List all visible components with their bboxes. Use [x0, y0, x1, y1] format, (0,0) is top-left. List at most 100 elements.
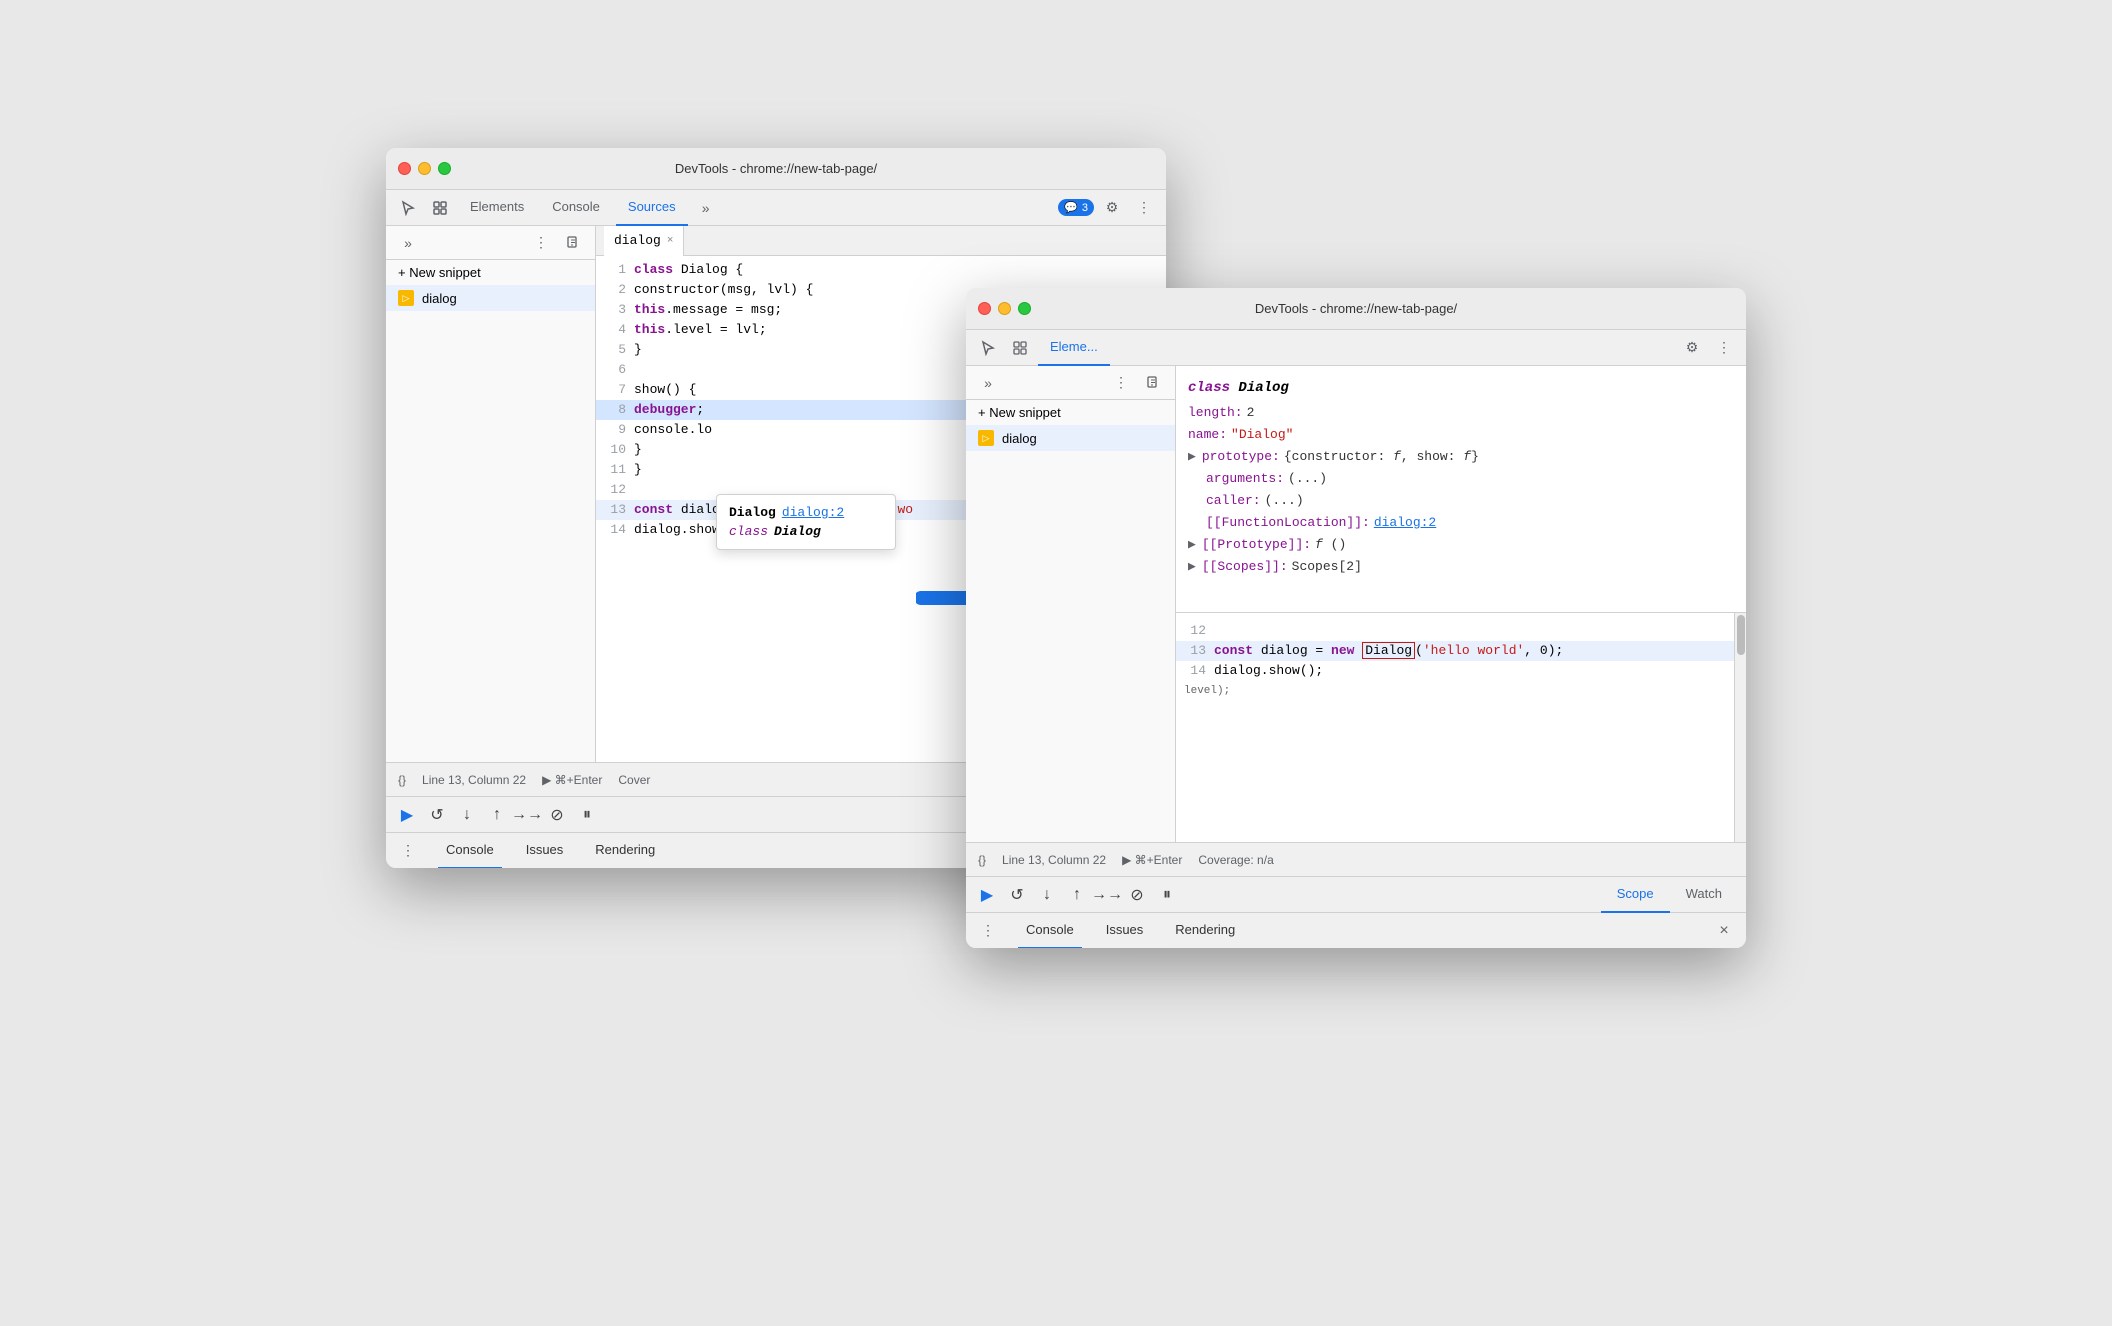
more-options-icon-back[interactable]: ⋮ — [1130, 194, 1158, 222]
inspect-icon-front[interactable] — [1006, 334, 1034, 362]
statusbar-front: {} Line 13, Column 22 ▶ ⌘+Enter Coverage… — [966, 842, 1746, 876]
more-tabs-icon-back[interactable]: » — [692, 194, 720, 222]
cursor-icon-front[interactable] — [974, 334, 1002, 362]
rendering-tab-front[interactable]: Rendering — [1167, 913, 1243, 949]
hover-card-back: Dialog dialog:2 class Dialog — [716, 494, 896, 550]
collapse-icon-back[interactable]: » — [394, 229, 422, 257]
deactivate-btn-back[interactable]: ⊘ — [544, 802, 570, 828]
front-line-14: 14dialog.show(); — [1176, 661, 1734, 681]
format-icon-back[interactable]: {} — [398, 773, 406, 787]
front-code-area: 12 13const dialog = new Dialog('hello wo… — [1176, 613, 1746, 843]
bottombar-front: ⋮ Console Issues Rendering × — [966, 912, 1746, 948]
cursor-icon[interactable] — [394, 194, 422, 222]
deactivate-btn-front[interactable]: ⊘ — [1124, 882, 1150, 908]
titlebar-title-back: DevTools - chrome://new-tab-page/ — [675, 161, 877, 176]
position-front: Line 13, Column 22 — [1002, 853, 1106, 867]
play-btn-back[interactable]: ▶ — [394, 802, 420, 828]
coverage-front: Coverage: n/a — [1198, 853, 1273, 867]
object-panel-front: class Dialog length: 2 name: "Dialog" ▶ … — [1176, 366, 1746, 612]
sidebar-more-back[interactable]: ⋮ — [527, 229, 555, 257]
new-snippet-front[interactable]: + New snippet — [966, 400, 1175, 425]
console-tab-back[interactable]: Console — [438, 833, 502, 869]
scrollbar-thumb-front[interactable] — [1737, 615, 1745, 655]
settings-icon-back[interactable]: ⚙ — [1098, 194, 1126, 222]
snippet-icon-front: ▷ — [978, 430, 994, 446]
close-tab-back[interactable]: × — [667, 235, 674, 247]
toolbar-front: Eleme... ⚙ ⋮ — [966, 330, 1746, 366]
debug-toolbar-front: ▶ ↺ ↓ ↑ →→ ⊘ ⏸ Scope Watch — [966, 876, 1746, 912]
collapse-icon-front[interactable]: » — [974, 369, 1002, 397]
obj-row-scopes: ▶ [[Scopes]]: Scopes[2] — [1176, 556, 1746, 578]
dialog-file-back[interactable]: ▷ dialog — [386, 285, 595, 311]
rendering-tab-back[interactable]: Rendering — [587, 833, 663, 869]
step-out-btn-back[interactable]: ↑ — [484, 802, 510, 828]
more-options-icon-front[interactable]: ⋮ — [1710, 334, 1738, 362]
run-label-front[interactable]: ▶ ⌘+Enter — [1122, 853, 1182, 867]
sidebar-pages-front[interactable] — [1139, 369, 1167, 397]
debug-tabs-front: Scope Watch — [1601, 877, 1738, 913]
issues-tab-back[interactable]: Issues — [518, 833, 572, 869]
editor-tabs-back: dialog × — [596, 226, 1166, 256]
inspect-icon[interactable] — [426, 194, 454, 222]
maximize-button-back[interactable] — [438, 162, 451, 175]
front-line-12: 12 — [1176, 621, 1734, 641]
traffic-lights-back — [398, 162, 451, 175]
devtools-window-front: DevTools - chrome://new-tab-page/ Eleme.… — [966, 288, 1746, 948]
hover-class-kw: class — [729, 524, 768, 539]
settings-icon-front[interactable]: ⚙ — [1678, 334, 1706, 362]
step-btn-front[interactable]: →→ — [1094, 882, 1120, 908]
chat-badge-back[interactable]: 💬 3 — [1058, 199, 1094, 216]
tab-elements-back[interactable]: Elements — [458, 190, 536, 226]
minimize-button-front[interactable] — [998, 302, 1011, 315]
continued-text: level); — [1176, 681, 1734, 697]
step-out-btn-front[interactable]: ↑ — [1064, 882, 1090, 908]
step-btn-back[interactable]: →→ — [514, 802, 540, 828]
scope-tab-front[interactable]: Scope — [1601, 877, 1670, 913]
front-layout: » ⋮ + New snippet ▷ dialog — [966, 366, 1746, 842]
pause-btn-front[interactable]: ⏸ — [1154, 882, 1180, 908]
format-icon-front[interactable]: {} — [978, 853, 986, 867]
console-tab-front[interactable]: Console — [1018, 913, 1082, 949]
pause-btn-back[interactable]: ⏸ — [574, 802, 600, 828]
step-into-btn-back[interactable]: ↓ — [454, 802, 480, 828]
editor-tab-dialog-back[interactable]: dialog × — [604, 226, 684, 256]
close-button-front[interactable] — [978, 302, 991, 315]
titlebar-front: DevTools - chrome://new-tab-page/ — [966, 288, 1746, 330]
obj-class-title: class Dialog — [1176, 374, 1746, 402]
snippet-icon-back: ▷ — [398, 290, 414, 306]
sidebar-toolbar-front: » ⋮ — [966, 366, 1175, 400]
sidebar-pages-back[interactable] — [559, 229, 587, 257]
new-snippet-back[interactable]: + New snippet — [386, 260, 595, 285]
dialog-file-front[interactable]: ▷ dialog — [966, 425, 1175, 451]
bottom-more-front[interactable]: ⋮ — [974, 917, 1002, 945]
watch-tab-front[interactable]: Watch — [1670, 877, 1738, 913]
play-btn-front[interactable]: ▶ — [974, 882, 1000, 908]
obj-row-prototype: ▶ prototype: {constructor: f, show: f} — [1176, 446, 1746, 468]
tab-elements-front[interactable]: Eleme... — [1038, 330, 1110, 366]
hover-dialog-name: Dialog — [729, 505, 776, 520]
issues-tab-front[interactable]: Issues — [1098, 913, 1152, 949]
traffic-lights-front — [978, 302, 1031, 315]
front-line-13: 13const dialog = new Dialog('hello world… — [1176, 641, 1734, 661]
tab-console-back[interactable]: Console — [540, 190, 612, 226]
hover-card-row2: class Dialog — [729, 522, 883, 541]
minimize-button-back[interactable] — [418, 162, 431, 175]
hover-dialog-link[interactable]: dialog:2 — [782, 505, 844, 520]
step-into-btn-front[interactable]: ↓ — [1034, 882, 1060, 908]
titlebar-back: DevTools - chrome://new-tab-page/ — [386, 148, 1166, 190]
obj-row-caller: caller: (...) — [1176, 490, 1746, 512]
sidebar-front: » ⋮ + New snippet ▷ dialog — [966, 366, 1176, 842]
front-main-panel: class Dialog length: 2 name: "Dialog" ▶ … — [1176, 366, 1746, 842]
maximize-button-front[interactable] — [1018, 302, 1031, 315]
scrollbar-front[interactable] — [1734, 613, 1746, 843]
sidebar-toolbar-back: » ⋮ — [386, 226, 595, 260]
close-button-back[interactable] — [398, 162, 411, 175]
close-drawer-front[interactable]: × — [1710, 917, 1738, 945]
tab-sources-back[interactable]: Sources — [616, 190, 688, 226]
step-over-btn-front[interactable]: ↺ — [1004, 882, 1030, 908]
hover-card-row1: Dialog dialog:2 — [729, 503, 883, 522]
run-label-back[interactable]: ▶ ⌘+Enter — [542, 773, 602, 787]
step-over-btn-back[interactable]: ↺ — [424, 802, 450, 828]
sidebar-more-front[interactable]: ⋮ — [1107, 369, 1135, 397]
bottom-more-back[interactable]: ⋮ — [394, 837, 422, 865]
